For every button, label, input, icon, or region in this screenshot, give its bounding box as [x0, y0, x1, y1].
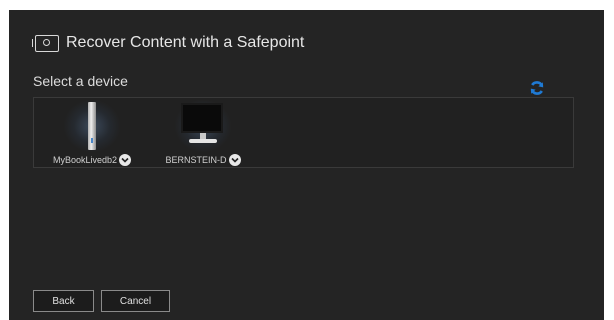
dialog-header: Recover Content with a Safepoint: [32, 32, 305, 54]
device-mybooklive[interactable]: MyBookLivedb2: [38, 100, 146, 166]
recover-safepoint-dialog: Recover Content with a Safepoint Select …: [9, 10, 604, 320]
monitor-icon: [175, 100, 231, 152]
device-bernstein[interactable]: BERNSTEIN-D: [154, 100, 252, 166]
cancel-button[interactable]: Cancel: [101, 290, 170, 312]
dialog-title: Recover Content with a Safepoint: [66, 34, 305, 51]
chevron-down-icon[interactable]: [119, 154, 132, 166]
select-device-label: Select a device: [33, 73, 128, 89]
nas-drive-icon: [64, 100, 120, 152]
refresh-icon[interactable]: [529, 80, 545, 96]
device-name: BERNSTEIN-D: [165, 155, 227, 165]
back-button[interactable]: Back: [33, 290, 94, 312]
device-name: MyBookLivedb2: [52, 155, 118, 165]
safepoint-icon: [32, 34, 59, 52]
device-list: MyBookLivedb2 BERNSTEIN-D: [33, 97, 574, 168]
chevron-down-icon[interactable]: [228, 154, 241, 166]
